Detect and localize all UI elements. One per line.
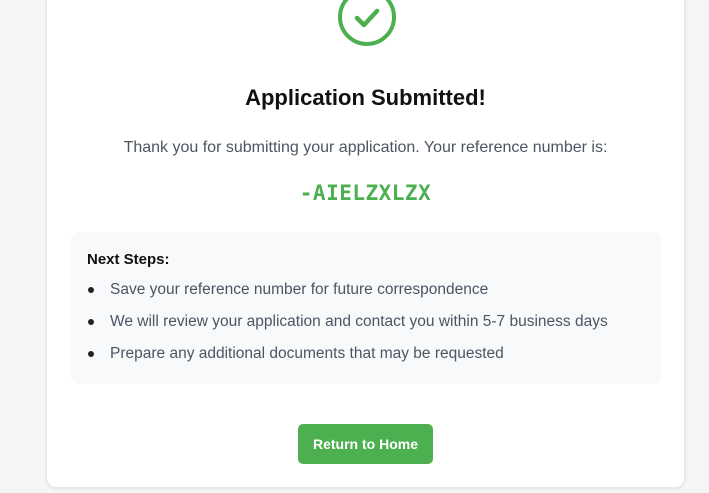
confirmation-card: Application Submitted! Thank you for sub… xyxy=(46,0,685,488)
list-item: We will review your application and cont… xyxy=(87,310,645,342)
next-steps-panel: Next Steps: Save your reference number f… xyxy=(71,232,661,384)
bullet-icon xyxy=(88,287,94,293)
list-item: Save your reference number for future co… xyxy=(87,278,645,310)
list-item: Prepare any additional documents that ma… xyxy=(87,342,645,374)
next-steps-title: Next Steps: xyxy=(87,251,170,268)
page-title: Application Submitted! xyxy=(245,85,486,110)
list-item-text: Prepare any additional documents that ma… xyxy=(110,345,504,362)
list-item-text: We will review your application and cont… xyxy=(110,313,608,330)
list-item-text: Save your reference number for future co… xyxy=(110,281,489,298)
bullet-icon xyxy=(88,319,94,325)
reference-number: -AIELZXLZX xyxy=(299,181,432,205)
return-home-button[interactable]: Return to Home xyxy=(298,424,433,464)
check-circle-icon xyxy=(337,0,397,47)
bullet-icon xyxy=(88,351,94,357)
next-steps-list: Save your reference number for future co… xyxy=(87,278,645,374)
confirmation-message: Thank you for submitting your applicatio… xyxy=(123,139,608,156)
